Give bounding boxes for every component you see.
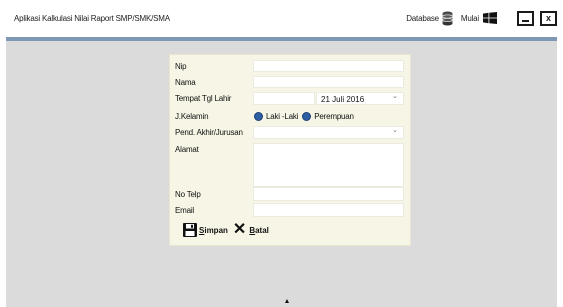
close-button[interactable]: x	[540, 10, 557, 26]
radio-laki-laki-label[interactable]: Laki -Laki	[266, 112, 298, 121]
mouse-cursor	[285, 299, 289, 303]
tanggal-lahir-value: 21 Juli 2016	[321, 95, 365, 104]
email-input[interactable]	[253, 203, 404, 217]
nama-row: Nama	[170, 76, 410, 88]
radio-perempuan-label[interactable]: Perempuan	[314, 112, 354, 121]
employee-form: Nip Nama Tempat Tgl Lahir 21 Juli 2016 J…	[169, 54, 411, 246]
no-telp-input[interactable]	[253, 187, 404, 201]
alamat-textarea[interactable]	[253, 143, 404, 187]
windows-icon[interactable]	[483, 12, 497, 24]
minimize-icon	[522, 19, 529, 22]
ttl-label: Tempat Tgl Lahir	[175, 94, 232, 103]
nip-label: Nip	[175, 62, 187, 71]
toolbar: Database Mulai x	[406, 9, 557, 27]
ttl-row: Tempat Tgl Lahir 21 Juli 2016	[170, 92, 410, 105]
batal-label: Batal	[249, 225, 269, 235]
no-telp-row: No Telp	[170, 187, 410, 201]
form-actions: Simpan ✕ Batal	[183, 221, 274, 238]
alamat-row: Alamat	[170, 143, 410, 187]
tanggal-lahir-picker[interactable]: 21 Juli 2016	[316, 92, 404, 105]
radio-laki-laki[interactable]	[254, 111, 263, 121]
nama-label: Nama	[175, 78, 196, 87]
email-label: Email	[175, 206, 195, 215]
pendidikan-row: Pend. Akhir/Jurusan	[170, 126, 410, 139]
save-icon	[183, 223, 197, 237]
gender-label: J.Kelamin	[175, 112, 209, 121]
alamat-label: Alamat	[175, 145, 199, 154]
close-x-icon: ✕	[232, 221, 247, 238]
tempat-lahir-input[interactable]	[253, 92, 315, 105]
pendidikan-select[interactable]	[253, 126, 404, 139]
close-icon: x	[545, 12, 551, 23]
app-title: Aplikasi Kalkulasi Nilai Raport SMP/SMK/…	[14, 14, 170, 23]
pendidikan-label: Pend. Akhir/Jurusan	[175, 128, 243, 137]
simpan-button[interactable]: Simpan	[183, 223, 228, 237]
simpan-label: Simpan	[199, 225, 228, 235]
title-bar: Aplikasi Kalkulasi Nilai Raport SMP/SMK/…	[0, 0, 563, 36]
minimize-button[interactable]	[517, 10, 534, 26]
gender-radio-group: Laki -Laki Perempuan	[254, 110, 358, 122]
nip-input[interactable]	[253, 60, 404, 72]
nip-row: Nip	[170, 60, 410, 72]
gender-row: J.Kelamin Laki -Laki Perempuan	[170, 110, 410, 122]
batal-button[interactable]: ✕ Batal	[232, 221, 269, 238]
nama-input[interactable]	[253, 76, 404, 88]
mulai-label[interactable]: Mulai	[461, 14, 479, 23]
radio-perempuan[interactable]	[302, 111, 312, 121]
database-label[interactable]: Database	[406, 14, 439, 23]
database-icon[interactable]	[441, 11, 453, 26]
email-row: Email	[170, 203, 410, 217]
no-telp-label: No Telp	[175, 190, 201, 199]
